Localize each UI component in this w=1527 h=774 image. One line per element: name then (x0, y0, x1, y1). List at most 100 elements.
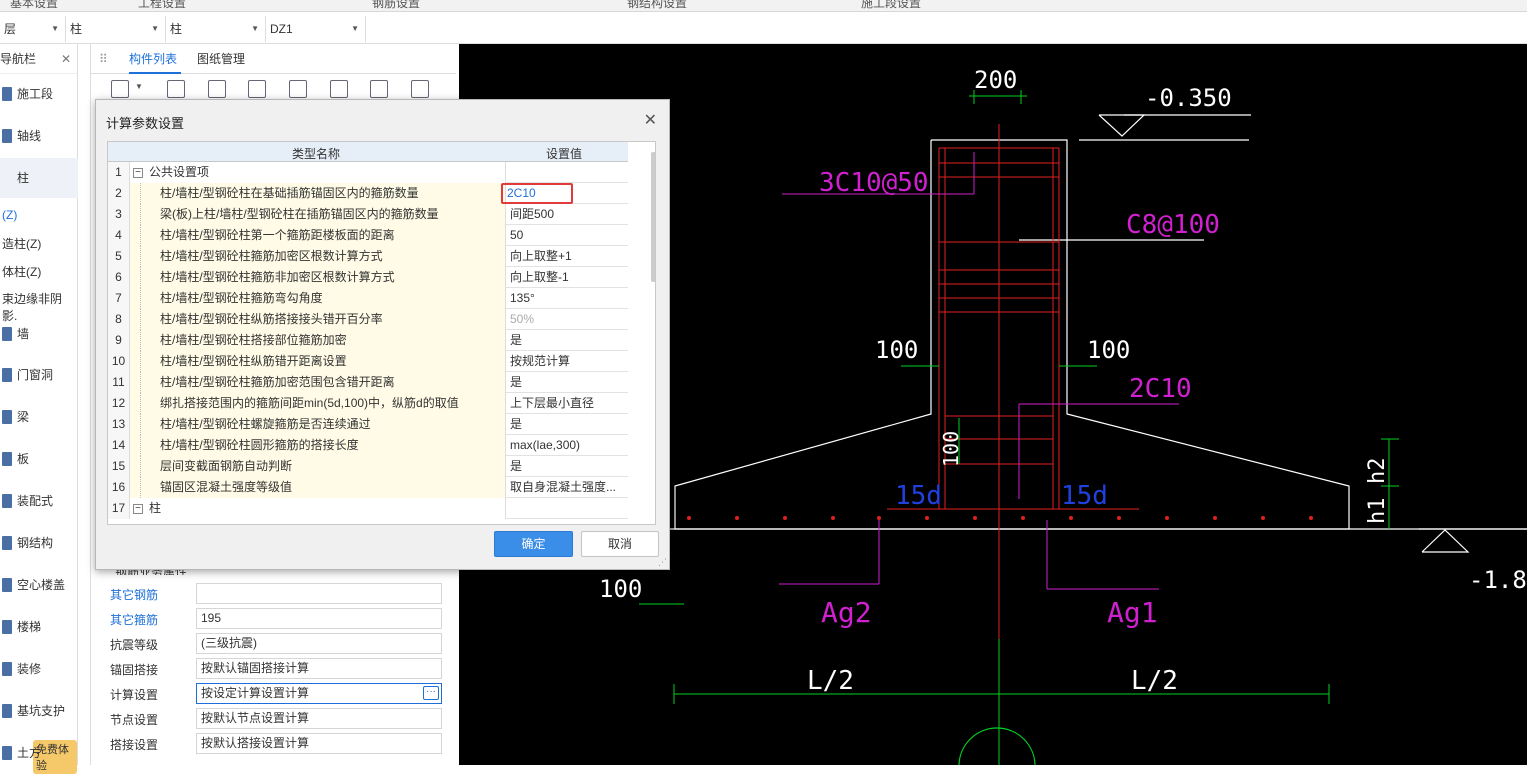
chevron-down-icon[interactable]: ▼ (135, 82, 143, 91)
param-row[interactable]: 5 柱/墙柱/型钢砼柱箍筋加密区根数计算方式 向上取整+1 (108, 246, 628, 267)
tab-component-list[interactable]: 构件列表 (129, 44, 177, 74)
drag-handle-icon[interactable]: ⠿ (99, 44, 108, 74)
param-row[interactable]: 4 柱/墙柱/型钢砼柱第一个箍筋距楼板面的距离 50 (108, 225, 628, 246)
prop-value-input[interactable]: 195 (196, 608, 442, 629)
copy-icon[interactable] (167, 80, 185, 98)
nav-sub-masonry-column[interactable]: 体柱(Z) (2, 263, 41, 280)
panel-tabs: ⠿ 构件列表 图纸管理 (91, 44, 456, 74)
nav-item-beam[interactable]: 梁 (0, 397, 78, 437)
param-value[interactable]: 50 (506, 225, 628, 246)
param-value[interactable]: 上下层最小直径 (506, 393, 628, 414)
new-icon[interactable] (111, 80, 129, 98)
param-value[interactable]: 取自身混凝土强度... (506, 477, 628, 498)
param-value[interactable]: 向上取整+1 (506, 246, 628, 267)
tab-project-settings[interactable]: 工程设置 (138, 0, 186, 11)
nav-item-stair[interactable]: 楼梯 (0, 607, 78, 647)
tree-indent (140, 225, 160, 246)
param-value[interactable]: 是 (506, 414, 628, 435)
param-row[interactable]: 15 层间变截面钢筋自动判断 是 (108, 456, 628, 477)
type-select[interactable]: 柱 ▼ (166, 16, 266, 42)
tab-drawing-management[interactable]: 图纸管理 (197, 44, 245, 74)
prop-value-input[interactable]: 按默认搭接设置计算 (196, 733, 442, 754)
prop-value-input[interactable]: (三级抗震) (196, 633, 442, 654)
more-button[interactable]: ··· (423, 686, 439, 700)
param-value[interactable]: 是 (506, 456, 628, 477)
param-name-text: 柱/墙柱/型钢砼柱搭接部位箍筋加密 (160, 333, 347, 347)
tree-indent (140, 414, 160, 435)
tab-steel-settings[interactable]: 钢结构设置 (627, 0, 687, 11)
export-icon[interactable] (330, 80, 348, 98)
nav-item-wall[interactable]: 墙 (0, 314, 78, 354)
nav-item-construction-stage[interactable]: 施工段 (0, 74, 78, 114)
nav-item-foundation-pit[interactable]: 基坑支护 (0, 691, 78, 731)
list-icon[interactable] (370, 80, 388, 98)
param-row[interactable]: 3 梁(板)上柱/墙柱/型钢砼柱在插筋锚固区内的箍筋数量 间距500 (108, 204, 628, 225)
prop-value-input[interactable]: 按默认锚固搭接计算 (196, 658, 442, 679)
param-value[interactable]: 按规范计算 (506, 351, 628, 372)
close-icon[interactable]: ✕ (61, 44, 71, 74)
vertical-scrollbar[interactable] (628, 142, 655, 524)
param-row[interactable]: 10 柱/墙柱/型钢砼柱纵筋错开距离设置 按规范计算 (108, 351, 628, 372)
ok-button[interactable]: 确定 (494, 531, 573, 557)
delete-icon[interactable] (208, 80, 226, 98)
param-row[interactable]: 8 柱/墙柱/型钢砼柱纵筋搭接接头错开百分率 50% (108, 309, 628, 330)
param-value[interactable]: 2C10 (501, 183, 573, 204)
param-row[interactable]: 11 柱/墙柱/型钢砼柱箍筋加密范围包含错开距离 是 (108, 372, 628, 393)
param-row[interactable]: 16 锚固区混凝土强度等级值 取自身混凝土强度... (108, 477, 628, 498)
param-row[interactable]: 17− 柱 (108, 498, 628, 519)
param-row[interactable]: 7 柱/墙柱/型钢砼柱箍筋弯勾角度 135° (108, 288, 628, 309)
prop-calc-settings: 计算设置 按设定计算设置计算 ··· (91, 681, 457, 706)
param-value[interactable]: 是 (506, 372, 628, 393)
prop-value-input[interactable]: 按默认节点设置计算 (196, 708, 442, 729)
dim-half-left: L/2 (807, 666, 854, 696)
slab-icon (2, 452, 12, 466)
cancel-button[interactable]: 取消 (581, 531, 659, 557)
nav-item-axis[interactable]: 轴线 (0, 116, 78, 156)
param-name-text: 柱/墙柱/型钢砼柱在基础插筋锚固区内的箍筋数量 (160, 186, 419, 200)
nav-item-earthwork[interactable]: 土方 (0, 733, 78, 773)
nav-item-hollow-floor[interactable]: 空心楼盖 (0, 565, 78, 605)
nav-sub-column[interactable]: (Z) (2, 208, 17, 222)
settings-list-icon[interactable] (411, 80, 429, 98)
param-row[interactable]: 2 柱/墙柱/型钢砼柱在基础插筋锚固区内的箍筋数量 2C10 (108, 183, 628, 204)
nav-item-column[interactable]: 柱 (0, 158, 78, 198)
tab-basic-settings[interactable]: 基本设置 (10, 0, 58, 11)
collapse-icon[interactable]: − (133, 167, 143, 178)
param-value[interactable] (506, 498, 628, 519)
param-row[interactable]: 14 柱/墙柱/型钢砼柱圆形箍筋的搭接长度 max(lae,300) (108, 435, 628, 456)
param-name-text: 公共设置项 (149, 165, 210, 179)
tab-construction-settings[interactable]: 施工段设置 (861, 0, 921, 11)
param-row[interactable]: 9 柱/墙柱/型钢砼柱搭接部位箍筋加密 是 (108, 330, 628, 351)
close-icon[interactable]: ✕ (644, 110, 657, 130)
calc-settings-field[interactable]: 按设定计算设置计算 ··· (196, 683, 442, 704)
param-row[interactable]: 13 柱/墙柱/型钢砼柱螺旋箍筋是否连续通过 是 (108, 414, 628, 435)
param-value[interactable]: 是 (506, 330, 628, 351)
param-value[interactable]: max(lae,300) (506, 435, 628, 456)
param-row[interactable]: 1− 公共设置项 (108, 162, 628, 183)
nav-item-door-window[interactable]: 门窗洞 (0, 355, 78, 395)
param-row[interactable]: 6 柱/墙柱/型钢砼柱箍筋非加密区根数计算方式 向上取整-1 (108, 267, 628, 288)
collapse-icon[interactable]: − (133, 503, 143, 514)
nav-item-slab[interactable]: 板 (0, 439, 78, 479)
param-value[interactable] (506, 162, 628, 183)
nav-sub-constructional-column[interactable]: 造柱(Z) (2, 235, 41, 252)
floor-select[interactable]: 层 ▼ (0, 16, 66, 42)
row-number: 8 (108, 309, 130, 330)
tab-rebar-settings[interactable]: 钢筋设置 (372, 0, 420, 11)
prop-value-input[interactable] (196, 583, 442, 604)
param-value[interactable]: 间距500 (506, 204, 628, 225)
scroll-thumb[interactable] (651, 152, 655, 282)
param-row[interactable]: 12 绑扎搭接范围内的箍筋间距min(5d,100)中，纵筋d的取值 上下层最小直径 (108, 393, 628, 414)
component-select[interactable]: DZ1 ▼ (266, 16, 366, 42)
nav-item-prefab[interactable]: 装配式 (0, 481, 78, 521)
import-icon[interactable] (289, 80, 307, 98)
resize-grip-icon[interactable]: ⋰ (658, 557, 667, 568)
layer-copy-icon[interactable] (248, 80, 266, 98)
prop-seismic-grade: 抗震等级 (三级抗震) (91, 631, 457, 656)
param-value[interactable]: 50% (506, 309, 628, 330)
param-value[interactable]: 向上取整-1 (506, 267, 628, 288)
category-select[interactable]: 柱 ▼ (66, 16, 166, 42)
nav-item-steel[interactable]: 钢结构 (0, 523, 78, 563)
nav-item-decoration[interactable]: 装修 (0, 649, 78, 689)
param-value[interactable]: 135° (506, 288, 628, 309)
